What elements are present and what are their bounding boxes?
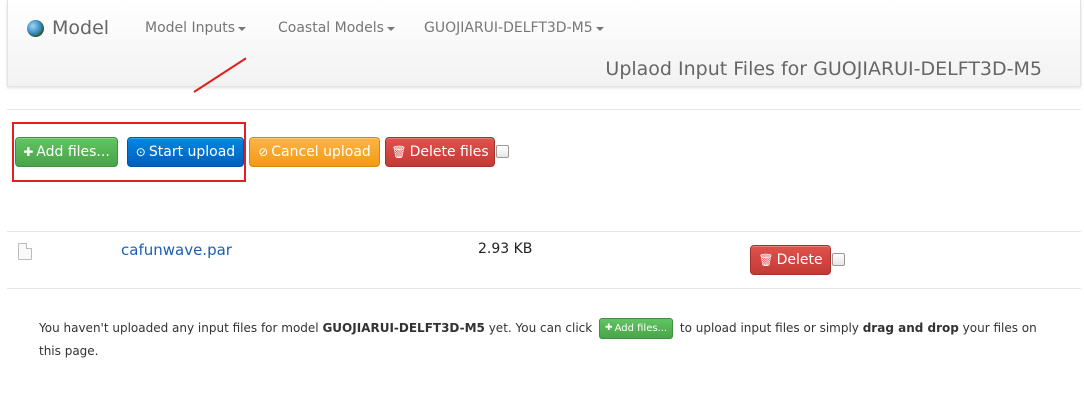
divider: [7, 109, 1081, 110]
cancel-upload-button[interactable]: ⊘ Cancel upload: [249, 137, 380, 167]
file-icon: [18, 243, 32, 260]
note-text: You haven't uploaded any input files for…: [39, 321, 323, 335]
file-size: 2.93 KB: [478, 241, 533, 257]
delete-file-button[interactable]: 🗑 Delete: [750, 245, 831, 275]
inline-add-files-label: Add files...: [614, 323, 668, 334]
note-text: yet. You can click: [484, 321, 597, 335]
brand-text: Model: [52, 17, 110, 39]
menu-label: Model Inputs: [145, 20, 236, 36]
page-title: Uplaod Input Files for GUOJIARUI-DELFT3D…: [605, 58, 1042, 80]
trash-icon: 🗑: [391, 145, 407, 159]
navbar: Model Model Inputs Coastal Models GUOJIA…: [7, 0, 1081, 87]
menu-model-name[interactable]: GUOJIARUI-DELFT3D-M5: [424, 20, 604, 36]
annotation-box: [12, 122, 246, 182]
globe-icon: [27, 19, 44, 37]
file-select-checkbox[interactable]: [832, 253, 845, 266]
caret-down-icon: [595, 27, 604, 31]
menu-label: GUOJIARUI-DELFT3D-M5: [424, 20, 593, 36]
menu-model-inputs[interactable]: Model Inputs: [145, 20, 247, 36]
inline-add-files-button[interactable]: ✚ Add files...: [599, 318, 674, 339]
divider: [7, 231, 1081, 232]
trash-icon: 🗑: [758, 253, 774, 267]
empty-state-message: You haven't uploaded any input files for…: [39, 317, 1049, 363]
select-all-checkbox[interactable]: [496, 145, 509, 158]
divider: [7, 288, 1081, 289]
menu-coastal-models[interactable]: Coastal Models: [278, 20, 395, 36]
ban-icon: ⊘: [258, 145, 269, 159]
note-emphasis: drag and drop: [862, 321, 959, 335]
caret-down-icon: [386, 27, 395, 31]
caret-down-icon: [238, 27, 247, 31]
delete-file-label: Delete: [776, 252, 823, 268]
cancel-upload-label: Cancel upload: [271, 144, 371, 160]
brand[interactable]: Model: [27, 17, 109, 39]
delete-files-label: Delete files: [409, 144, 489, 160]
note-model-name: GUOJIARUI-DELFT3D-M5: [322, 321, 485, 335]
note-text: to upload input files or simply: [676, 321, 863, 335]
file-name-link[interactable]: cafunwave.par: [121, 241, 232, 259]
menu-label: Coastal Models: [278, 20, 384, 36]
plus-icon: ✚: [605, 323, 613, 333]
delete-files-button[interactable]: 🗑 Delete files: [385, 137, 495, 167]
